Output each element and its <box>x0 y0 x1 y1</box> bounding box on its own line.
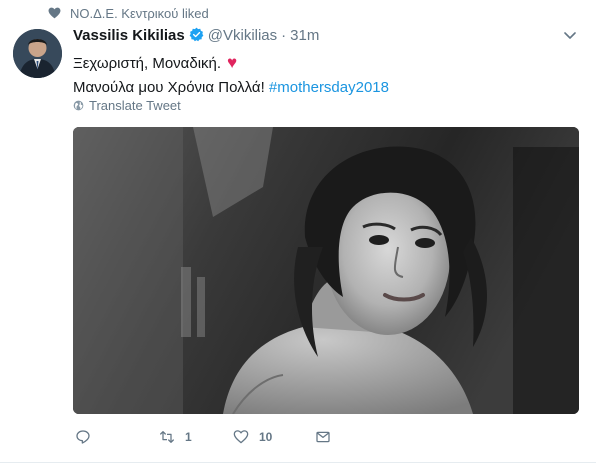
tweet-line-1-text: Ξεχωριστή, Μοναδική. <box>73 55 222 72</box>
heart-icon <box>48 7 61 19</box>
tweet-text: Ξεχωριστή, Μοναδική. ♥ Μανούλα μου Χρόνια… <box>73 51 573 100</box>
reply-button[interactable] <box>75 427 101 447</box>
tweet-line-2: Μανούλα μου Χρόνια Πολλά! #mothersday201… <box>73 76 573 100</box>
hashtag-link[interactable]: #mothersday2018 <box>269 79 389 96</box>
liked-by-text[interactable]: ΝΟ.Δ.Ε. Κεντρικού liked <box>70 6 209 21</box>
tweet-line-1: Ξεχωριστή, Μοναδική. ♥ <box>73 51 573 76</box>
tweet-actions: 1 10 <box>73 427 573 449</box>
retweet-button[interactable]: 1 <box>159 427 192 447</box>
reply-icon <box>76 430 90 444</box>
direct-message-icon <box>316 431 330 443</box>
translate-tweet-link[interactable]: Translate Tweet <box>73 98 181 116</box>
tweet-divider <box>0 462 596 463</box>
retweet-icon <box>160 431 174 443</box>
globe-icon <box>73 100 84 111</box>
separator-dot: · <box>281 27 287 44</box>
translate-label: Translate Tweet <box>89 98 181 113</box>
tweet-header: Vassilis Kikilias @Vkikilias · 31m <box>73 27 319 47</box>
retweet-count: 1 <box>185 430 192 444</box>
author-handle[interactable]: @Vkikilias <box>208 27 277 44</box>
avatar[interactable] <box>13 29 62 78</box>
chevron-down-icon[interactable] <box>564 32 576 40</box>
tweet-line-2-text: Μανούλα μου Χρόνια Πολλά! <box>73 79 269 96</box>
direct-message-button[interactable] <box>315 427 331 447</box>
author-name[interactable]: Vassilis Kikilias <box>73 27 185 44</box>
timestamp[interactable]: 31m <box>290 27 319 44</box>
mother-portrait-photo <box>73 127 579 414</box>
verified-badge-icon <box>189 27 204 42</box>
like-icon <box>233 430 249 444</box>
avatar-image <box>13 29 62 78</box>
like-count: 10 <box>259 430 273 444</box>
tweet-photo[interactable] <box>73 127 579 414</box>
like-button[interactable]: 10 <box>233 427 272 447</box>
red-heart-emoji: ♥ <box>227 53 238 72</box>
social-context: ΝΟ.Δ.Ε. Κεντρικού liked <box>0 0 596 26</box>
